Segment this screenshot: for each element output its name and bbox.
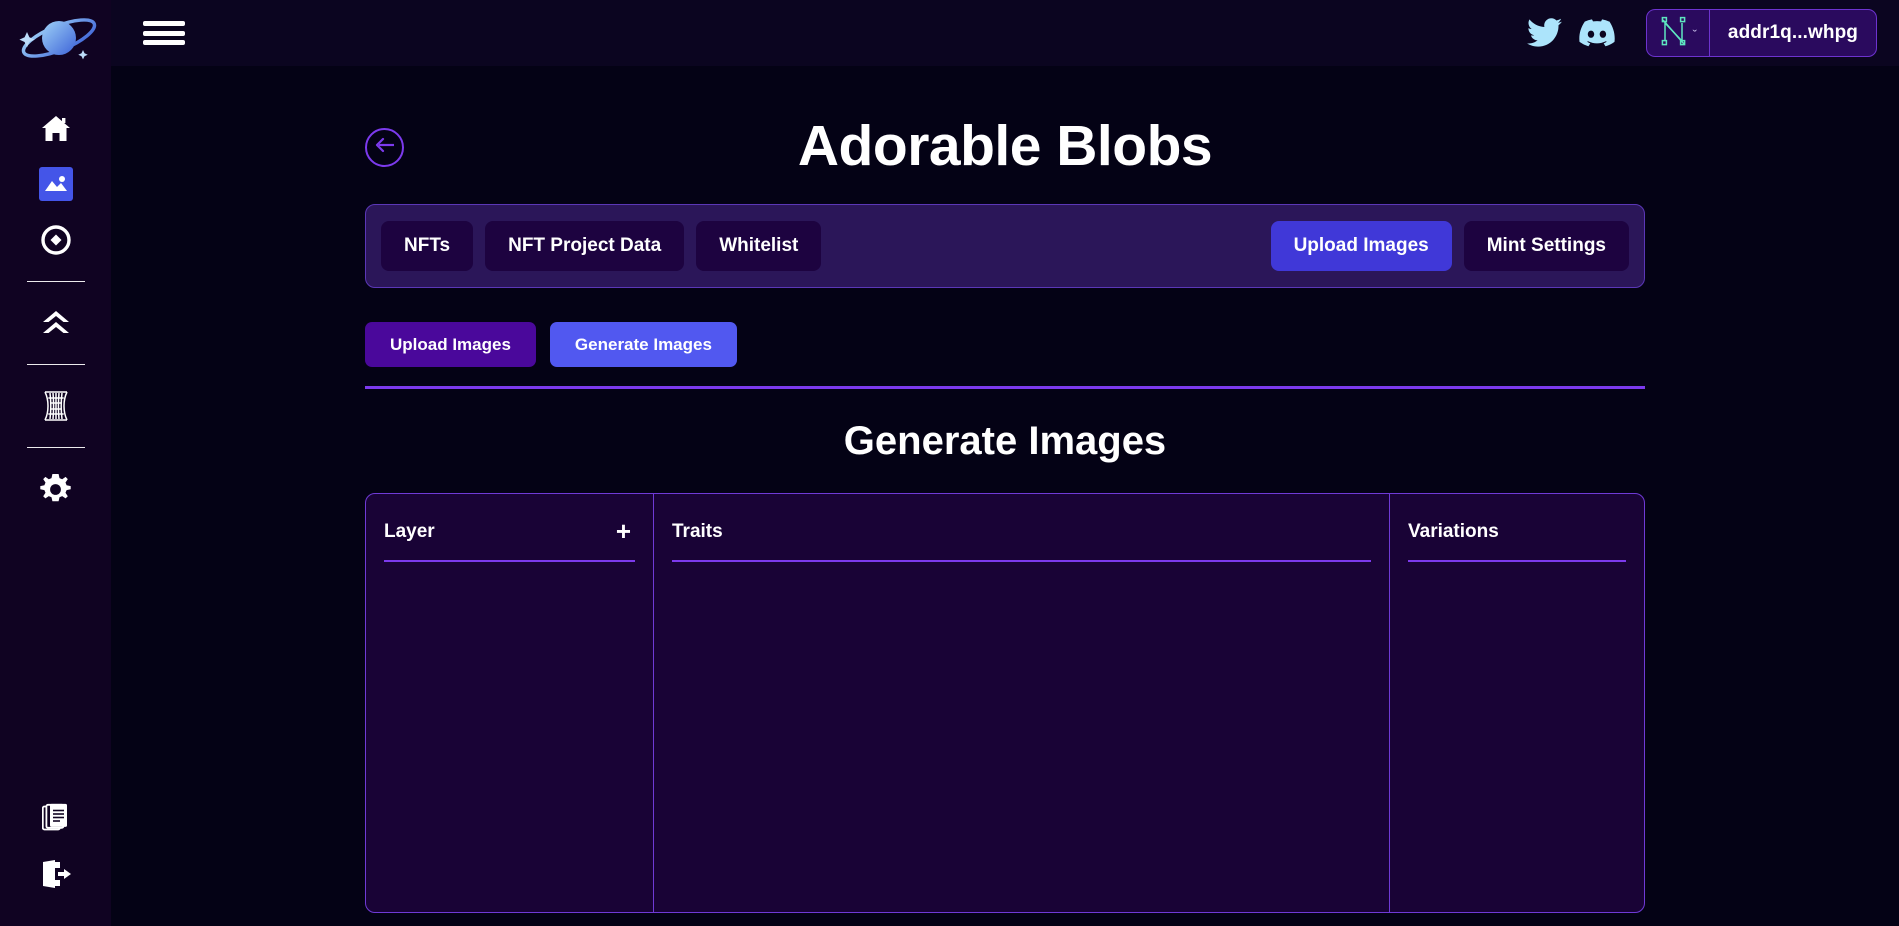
traits-column: Traits <box>653 494 1389 912</box>
sidebar <box>0 0 111 926</box>
compass-icon <box>39 223 73 257</box>
sidebar-divider-3 <box>26 447 85 448</box>
sidebar-nav-bottom <box>0 790 111 926</box>
section-divider <box>365 386 1645 389</box>
app-root: ˇ addr1q...whpg Adorable Blobs NFTs NFT … <box>0 0 1899 926</box>
variations-list <box>1408 562 1626 912</box>
wormhole-icon <box>39 389 73 423</box>
layer-column-header: Layer + <box>384 516 635 546</box>
variations-column: Variations <box>1389 494 1644 912</box>
layer-list <box>384 562 635 912</box>
tab-upload-images[interactable]: Upload Images <box>1270 221 1452 271</box>
wallet-address[interactable]: addr1q...whpg <box>1710 10 1876 56</box>
main-content: Adorable Blobs NFTs NFT Project Data Whi… <box>111 66 1899 926</box>
home-icon <box>39 111 73 145</box>
sidebar-item-explore[interactable] <box>0 212 111 268</box>
sidebar-item-settings[interactable] <box>0 461 111 517</box>
content-container: Adorable Blobs NFTs NFT Project Data Whi… <box>365 66 1645 913</box>
wallet-connector: ˇ addr1q...whpg <box>1645 9 1877 57</box>
sub-tabs: Upload Images Generate Images <box>365 322 1645 367</box>
arrow-left-icon <box>375 137 395 158</box>
right-pane: ˇ addr1q...whpg Adorable Blobs NFTs NFT … <box>111 0 1899 926</box>
sidebar-nav-top <box>0 78 111 517</box>
title-row: Adorable Blobs <box>365 100 1645 192</box>
section-heading: Generate Images <box>843 419 1167 463</box>
gear-icon <box>39 472 73 506</box>
sidebar-item-documents[interactable] <box>0 790 111 846</box>
generate-images-panel: Layer + Traits Variations <box>365 493 1645 913</box>
traits-column-title: Traits <box>672 520 723 542</box>
variations-column-header: Variations <box>1408 516 1626 546</box>
chevrons-up-icon <box>39 306 73 340</box>
traits-list <box>672 562 1371 912</box>
add-layer-button[interactable]: + <box>612 518 635 544</box>
documents-icon <box>39 801 73 835</box>
layer-column-title: Layer <box>384 520 435 542</box>
subtab-generate-images[interactable]: Generate Images <box>549 322 737 367</box>
sidebar-item-home[interactable] <box>0 100 111 156</box>
nami-wallet-icon <box>1660 16 1687 51</box>
back-button[interactable] <box>365 128 404 167</box>
layer-column: Layer + <box>366 494 653 912</box>
chevron-down-icon: ˇ <box>1692 26 1697 42</box>
page-title: Adorable Blobs <box>797 113 1213 178</box>
subtab-upload-images[interactable]: Upload Images <box>365 322 536 367</box>
traits-column-header: Traits <box>672 516 1371 546</box>
tab-nft-project-data[interactable]: NFT Project Data <box>485 221 685 271</box>
sidebar-item-portal[interactable] <box>0 378 111 434</box>
tab-mint-settings[interactable]: Mint Settings <box>1463 221 1629 271</box>
planet-logo[interactable] <box>0 0 111 78</box>
sidebar-item-logout[interactable] <box>0 846 111 902</box>
top-bar: ˇ addr1q...whpg <box>111 0 1899 66</box>
discord-icon[interactable] <box>1574 10 1620 56</box>
tab-nfts[interactable]: NFTs <box>381 221 474 271</box>
sidebar-divider-2 <box>26 364 85 365</box>
hamburger-menu-icon[interactable] <box>143 16 185 50</box>
image-icon <box>38 167 73 201</box>
variations-column-title: Variations <box>1408 520 1499 542</box>
tab-whitelist[interactable]: Whitelist <box>696 221 822 271</box>
logout-icon <box>39 857 73 891</box>
twitter-icon[interactable] <box>1522 10 1568 56</box>
sidebar-divider-1 <box>26 281 85 282</box>
sidebar-item-stake[interactable] <box>0 295 111 351</box>
sidebar-item-gallery[interactable] <box>0 156 111 212</box>
wallet-provider-selector[interactable]: ˇ <box>1647 10 1710 56</box>
tab-bar: NFTs NFT Project Data Whitelist Upload I… <box>365 204 1645 288</box>
